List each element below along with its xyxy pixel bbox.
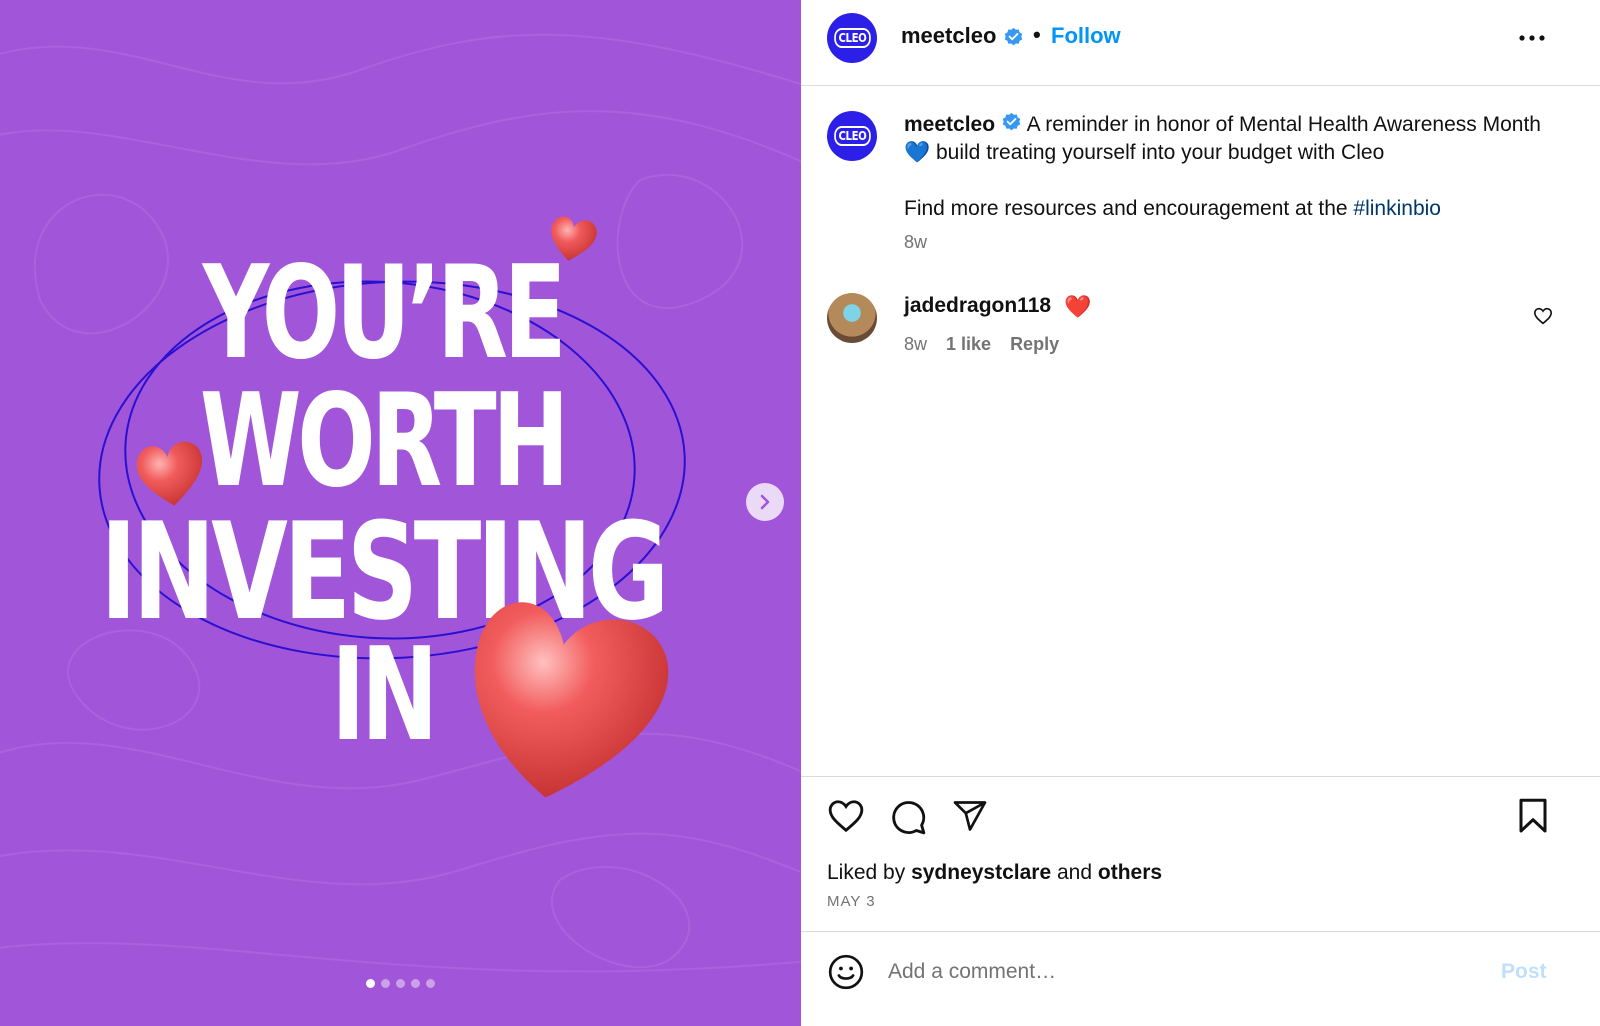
bookmark-icon[interactable] xyxy=(1517,798,1549,834)
comment-like-heart-icon[interactable] xyxy=(1533,307,1553,325)
liked-by-others[interactable]: others xyxy=(1098,861,1162,884)
headline-line-1: YOU’RE xyxy=(202,239,567,388)
header-separator: • xyxy=(1033,22,1041,47)
comment-bubble-icon[interactable] xyxy=(889,798,927,836)
share-send-icon[interactable] xyxy=(951,798,989,834)
comment-username[interactable]: jadedragon118 xyxy=(904,294,1051,318)
post-date[interactable]: MAY 3 xyxy=(827,893,876,910)
carousel-dot[interactable] xyxy=(366,979,375,988)
reply-button[interactable]: Reply xyxy=(1010,334,1059,355)
liked-by-and: and xyxy=(1051,861,1098,884)
emoji-icon[interactable] xyxy=(827,953,865,991)
heart-large xyxy=(474,602,669,798)
verified-icon xyxy=(1002,113,1021,131)
caption-username[interactable]: meetcleo xyxy=(904,113,995,136)
post-media[interactable]: YOU’RE WORTH INVESTING IN xyxy=(0,0,801,1026)
liked-by-prefix: Liked by xyxy=(827,861,912,884)
chevron-right-icon xyxy=(760,494,770,510)
red-heart-emoji: ❤️ xyxy=(1064,294,1092,319)
carousel-next-button[interactable] xyxy=(746,483,784,521)
caption-text: A reminder in honor of Mental Health Awa… xyxy=(1021,113,1541,136)
avatar[interactable]: CLEO xyxy=(827,13,877,63)
caption-timestamp[interactable]: 8w xyxy=(904,232,927,253)
comment-meta: 8w 1 like Reply xyxy=(904,334,1059,355)
carousel-dot[interactable] xyxy=(426,979,435,988)
header-username[interactable]: meetcleo xyxy=(901,23,996,49)
comment-likes[interactable]: 1 like xyxy=(946,334,991,355)
like-heart-icon[interactable] xyxy=(827,798,865,834)
comment-timestamp[interactable]: 8w xyxy=(904,334,927,355)
carousel-dots xyxy=(0,979,801,988)
cleo-logo: CLEO xyxy=(833,28,871,48)
post-side-panel: CLEO meetcleo • Follow CLEO meetcleo A r… xyxy=(801,0,1600,1026)
hashtag-link[interactable]: #linkinbio xyxy=(1353,197,1441,220)
follow-button[interactable]: Follow xyxy=(1051,23,1121,49)
cleo-logo: CLEO xyxy=(833,126,871,146)
more-horizontal-icon[interactable] xyxy=(1519,35,1545,41)
post-caption: meetcleo A reminder in honor of Mental H… xyxy=(904,111,1544,223)
caption-text-cont: build treating yourself into your budget… xyxy=(930,141,1385,164)
add-comment-bar: Post xyxy=(801,931,1600,1026)
liked-by-text: Liked by sydneystclare and others xyxy=(827,861,1162,885)
verified-icon xyxy=(1004,27,1023,46)
liked-by-user[interactable]: sydneystclare xyxy=(911,861,1051,884)
heart-small-top xyxy=(551,216,597,261)
actions-divider xyxy=(801,776,1600,777)
caption-avatar[interactable]: CLEO xyxy=(827,111,877,161)
carousel-dot[interactable] xyxy=(381,979,390,988)
post-header: CLEO meetcleo • Follow xyxy=(801,0,1600,86)
blue-heart-emoji: 💙 xyxy=(904,141,931,164)
carousel-dot[interactable] xyxy=(396,979,405,988)
heart-small-left xyxy=(136,441,203,506)
post-button[interactable]: Post xyxy=(1501,960,1547,984)
carousel-dot[interactable] xyxy=(411,979,420,988)
comment-input[interactable] xyxy=(888,954,1488,990)
caption-text-resources: Find more resources and encouragement at… xyxy=(904,197,1354,220)
comment-avatar[interactable] xyxy=(827,293,877,343)
